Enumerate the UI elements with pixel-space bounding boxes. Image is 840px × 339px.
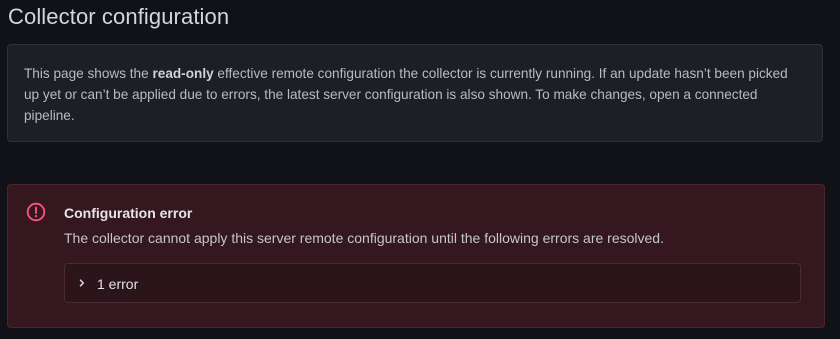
page-title: Collector configuration	[8, 4, 230, 29]
info-text-bold: read-only	[152, 66, 214, 81]
info-panel: This page shows the read-only effective …	[7, 44, 823, 142]
alert-circle-icon	[26, 202, 46, 222]
chevron-right-icon	[77, 276, 87, 290]
error-list-toggle[interactable]: 1 error	[64, 263, 801, 303]
error-description: The collector cannot apply this server r…	[64, 230, 664, 246]
error-alert: Configuration error The collector cannot…	[7, 184, 825, 328]
error-count-label: 1 error	[97, 276, 139, 292]
error-title: Configuration error	[64, 205, 193, 221]
info-text-before: This page shows the	[24, 66, 153, 81]
